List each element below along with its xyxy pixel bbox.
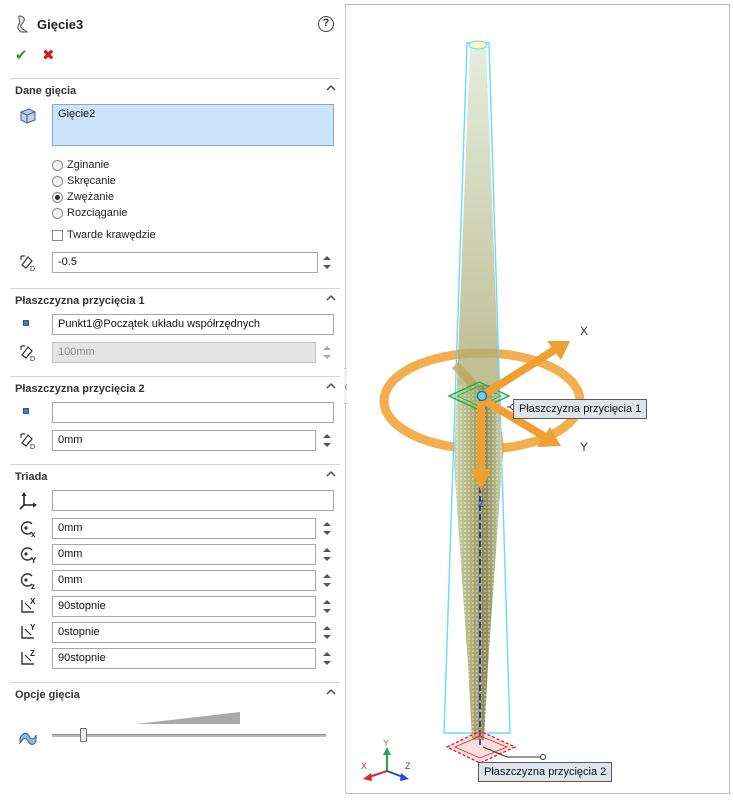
triad-y-input[interactable]: 0mm — [52, 544, 316, 565]
rotation-z-icon: Z — [21, 649, 35, 665]
triad-x-input[interactable]: 0mm — [52, 518, 316, 539]
selected-body[interactable]: Gięcie2 — [58, 108, 95, 120]
property-manager: Gięcie3 ? ✔ ✖ Dane gięcia Gięcie2 Zginan… — [4, 4, 346, 794]
section-header-dane-giecia[interactable]: Dane gięcia — [10, 78, 340, 100]
graphics-viewport[interactable]: X Y Z X Y Z Płaszczyzna przycięcia 1 Pła… — [347, 5, 729, 793]
accuracy-slider-thumb[interactable] — [80, 728, 87, 742]
accuracy-slider-track[interactable] — [52, 734, 326, 737]
checkbox[interactable] — [52, 230, 63, 241]
trim-plane-1-offset-spinner — [320, 342, 334, 363]
triad-z-spinner[interactable] — [320, 570, 334, 591]
position-y-icon: Y — [20, 547, 37, 564]
section-title: Płaszczyzna przycięcia 1 — [15, 295, 145, 307]
svg-text:Z: Z — [30, 649, 35, 658]
property-manager-header: Gięcie3 ? ✔ ✖ — [4, 4, 346, 74]
trim-plane-2-reference[interactable] — [52, 402, 334, 423]
triad-rotation-x-input[interactable]: 90stopnie — [52, 596, 316, 617]
callout-2-anchor — [540, 754, 546, 760]
radio-button[interactable] — [52, 176, 63, 187]
reference-entity-icon — [23, 320, 29, 326]
checkbox-label: Twarde krawędzie — [67, 229, 156, 241]
svg-text:X: X — [361, 761, 367, 771]
chevron-up-icon[interactable] — [326, 293, 336, 303]
help-icon[interactable]: ? — [318, 16, 334, 32]
flex-feature-icon — [17, 15, 28, 33]
radio-label: Zginanie — [67, 159, 110, 171]
triad-y-label: Y — [580, 440, 589, 454]
section-title: Płaszczyzna przycięcia 2 — [15, 383, 145, 395]
radio-label: Skręcanie — [67, 175, 116, 187]
view-orientation-triad: X Y Z — [361, 738, 411, 781]
svg-text:Z: Z — [405, 761, 411, 771]
svg-text:D: D — [30, 444, 35, 450]
accuracy-icon — [19, 732, 37, 745]
trim-plane-1-offset: 100mm — [52, 342, 316, 363]
offset-distance-icon: D — [20, 345, 35, 362]
offset-distance-icon: D — [20, 433, 35, 450]
bodies-selection-icon — [20, 108, 36, 124]
trim-plane-2-callout[interactable]: Płaszczyzna przycięcia 2 — [478, 762, 613, 782]
rotation-y-icon: Y — [21, 623, 36, 639]
trim-plane-2[interactable] — [445, 730, 517, 764]
radio-button[interactable] — [52, 160, 63, 171]
reference-entity-icon — [23, 408, 29, 414]
svg-text:X: X — [30, 597, 36, 606]
chevron-up-icon[interactable] — [326, 381, 336, 391]
triad-origin[interactable] — [476, 390, 488, 402]
ok-button[interactable]: ✔ — [15, 46, 28, 64]
triad-reference[interactable] — [52, 490, 334, 511]
section-header-bend-options[interactable]: Opcje gięcia — [10, 682, 340, 704]
position-x-icon: x — [20, 521, 36, 538]
svg-text:Y: Y — [31, 556, 37, 564]
trim-plane-1-reference[interactable]: Punkt1@Początek układu współrzędnych — [52, 314, 334, 335]
section-header-trim-plane-1[interactable]: Płaszczyzna przycięcia 1 — [10, 288, 340, 310]
section-title: Opcje gięcia — [15, 689, 80, 701]
bodies-selection-list[interactable]: Gięcie2 — [52, 104, 334, 146]
svg-text:Y: Y — [30, 623, 36, 632]
svg-text:D: D — [30, 356, 35, 362]
section-header-trim-plane-2[interactable]: Płaszczyzna przycięcia 2 — [10, 376, 340, 398]
svg-text:x: x — [31, 530, 36, 538]
upper-body[interactable] — [457, 45, 499, 385]
feature-title: Gięcie3 — [37, 17, 84, 32]
position-z-icon: z — [20, 573, 35, 590]
triad-x-label: X — [580, 324, 589, 338]
triad-rotation-y-input[interactable]: 0stopnie — [52, 622, 316, 643]
cancel-button[interactable]: ✖ — [42, 46, 55, 64]
radio-button-selected[interactable] — [52, 192, 63, 203]
trim-plane-2-offset-spinner[interactable] — [320, 430, 334, 451]
taper-factor-spinner[interactable] — [320, 252, 334, 273]
triad-z-input[interactable]: 0mm — [52, 570, 316, 591]
triad-rotation-z-spinner[interactable] — [320, 648, 334, 669]
chevron-up-icon[interactable] — [326, 83, 336, 93]
triad-x-spinner[interactable] — [320, 518, 334, 539]
section-header-triad[interactable]: Triada — [10, 464, 340, 486]
accuracy-ramp-icon — [136, 712, 240, 724]
section-title: Triada — [15, 471, 48, 483]
taper-factor-input[interactable]: -0.5 — [52, 252, 318, 273]
triad-z-label: Z — [478, 499, 485, 510]
trim-plane-1-callout[interactable]: Płaszczyzna przycięcia 1 — [513, 399, 648, 419]
chevron-up-icon[interactable] — [326, 687, 336, 697]
chevron-up-icon[interactable] — [326, 469, 336, 479]
taper-factor-icon: D — [20, 255, 35, 272]
svg-text:z: z — [31, 582, 35, 590]
radio-label: Rozciąganie — [67, 207, 128, 219]
triad-icon — [19, 492, 37, 510]
radio-button[interactable] — [52, 208, 63, 219]
section-title: Dane gięcia — [15, 85, 77, 97]
triad-y-spinner[interactable] — [320, 544, 334, 565]
trim-plane-2-offset[interactable]: 0mm — [52, 430, 316, 451]
radio-label: Zwężanie — [67, 191, 115, 203]
triad-rotation-y-spinner[interactable] — [320, 622, 334, 643]
svg-text:D: D — [30, 266, 35, 272]
top-face[interactable] — [468, 40, 488, 50]
rotation-x-icon: X — [21, 597, 36, 613]
svg-text:Y: Y — [383, 738, 389, 748]
triad-rotation-z-input[interactable]: 90stopnie — [52, 648, 316, 669]
triad-rotation-x-spinner[interactable] — [320, 596, 334, 617]
